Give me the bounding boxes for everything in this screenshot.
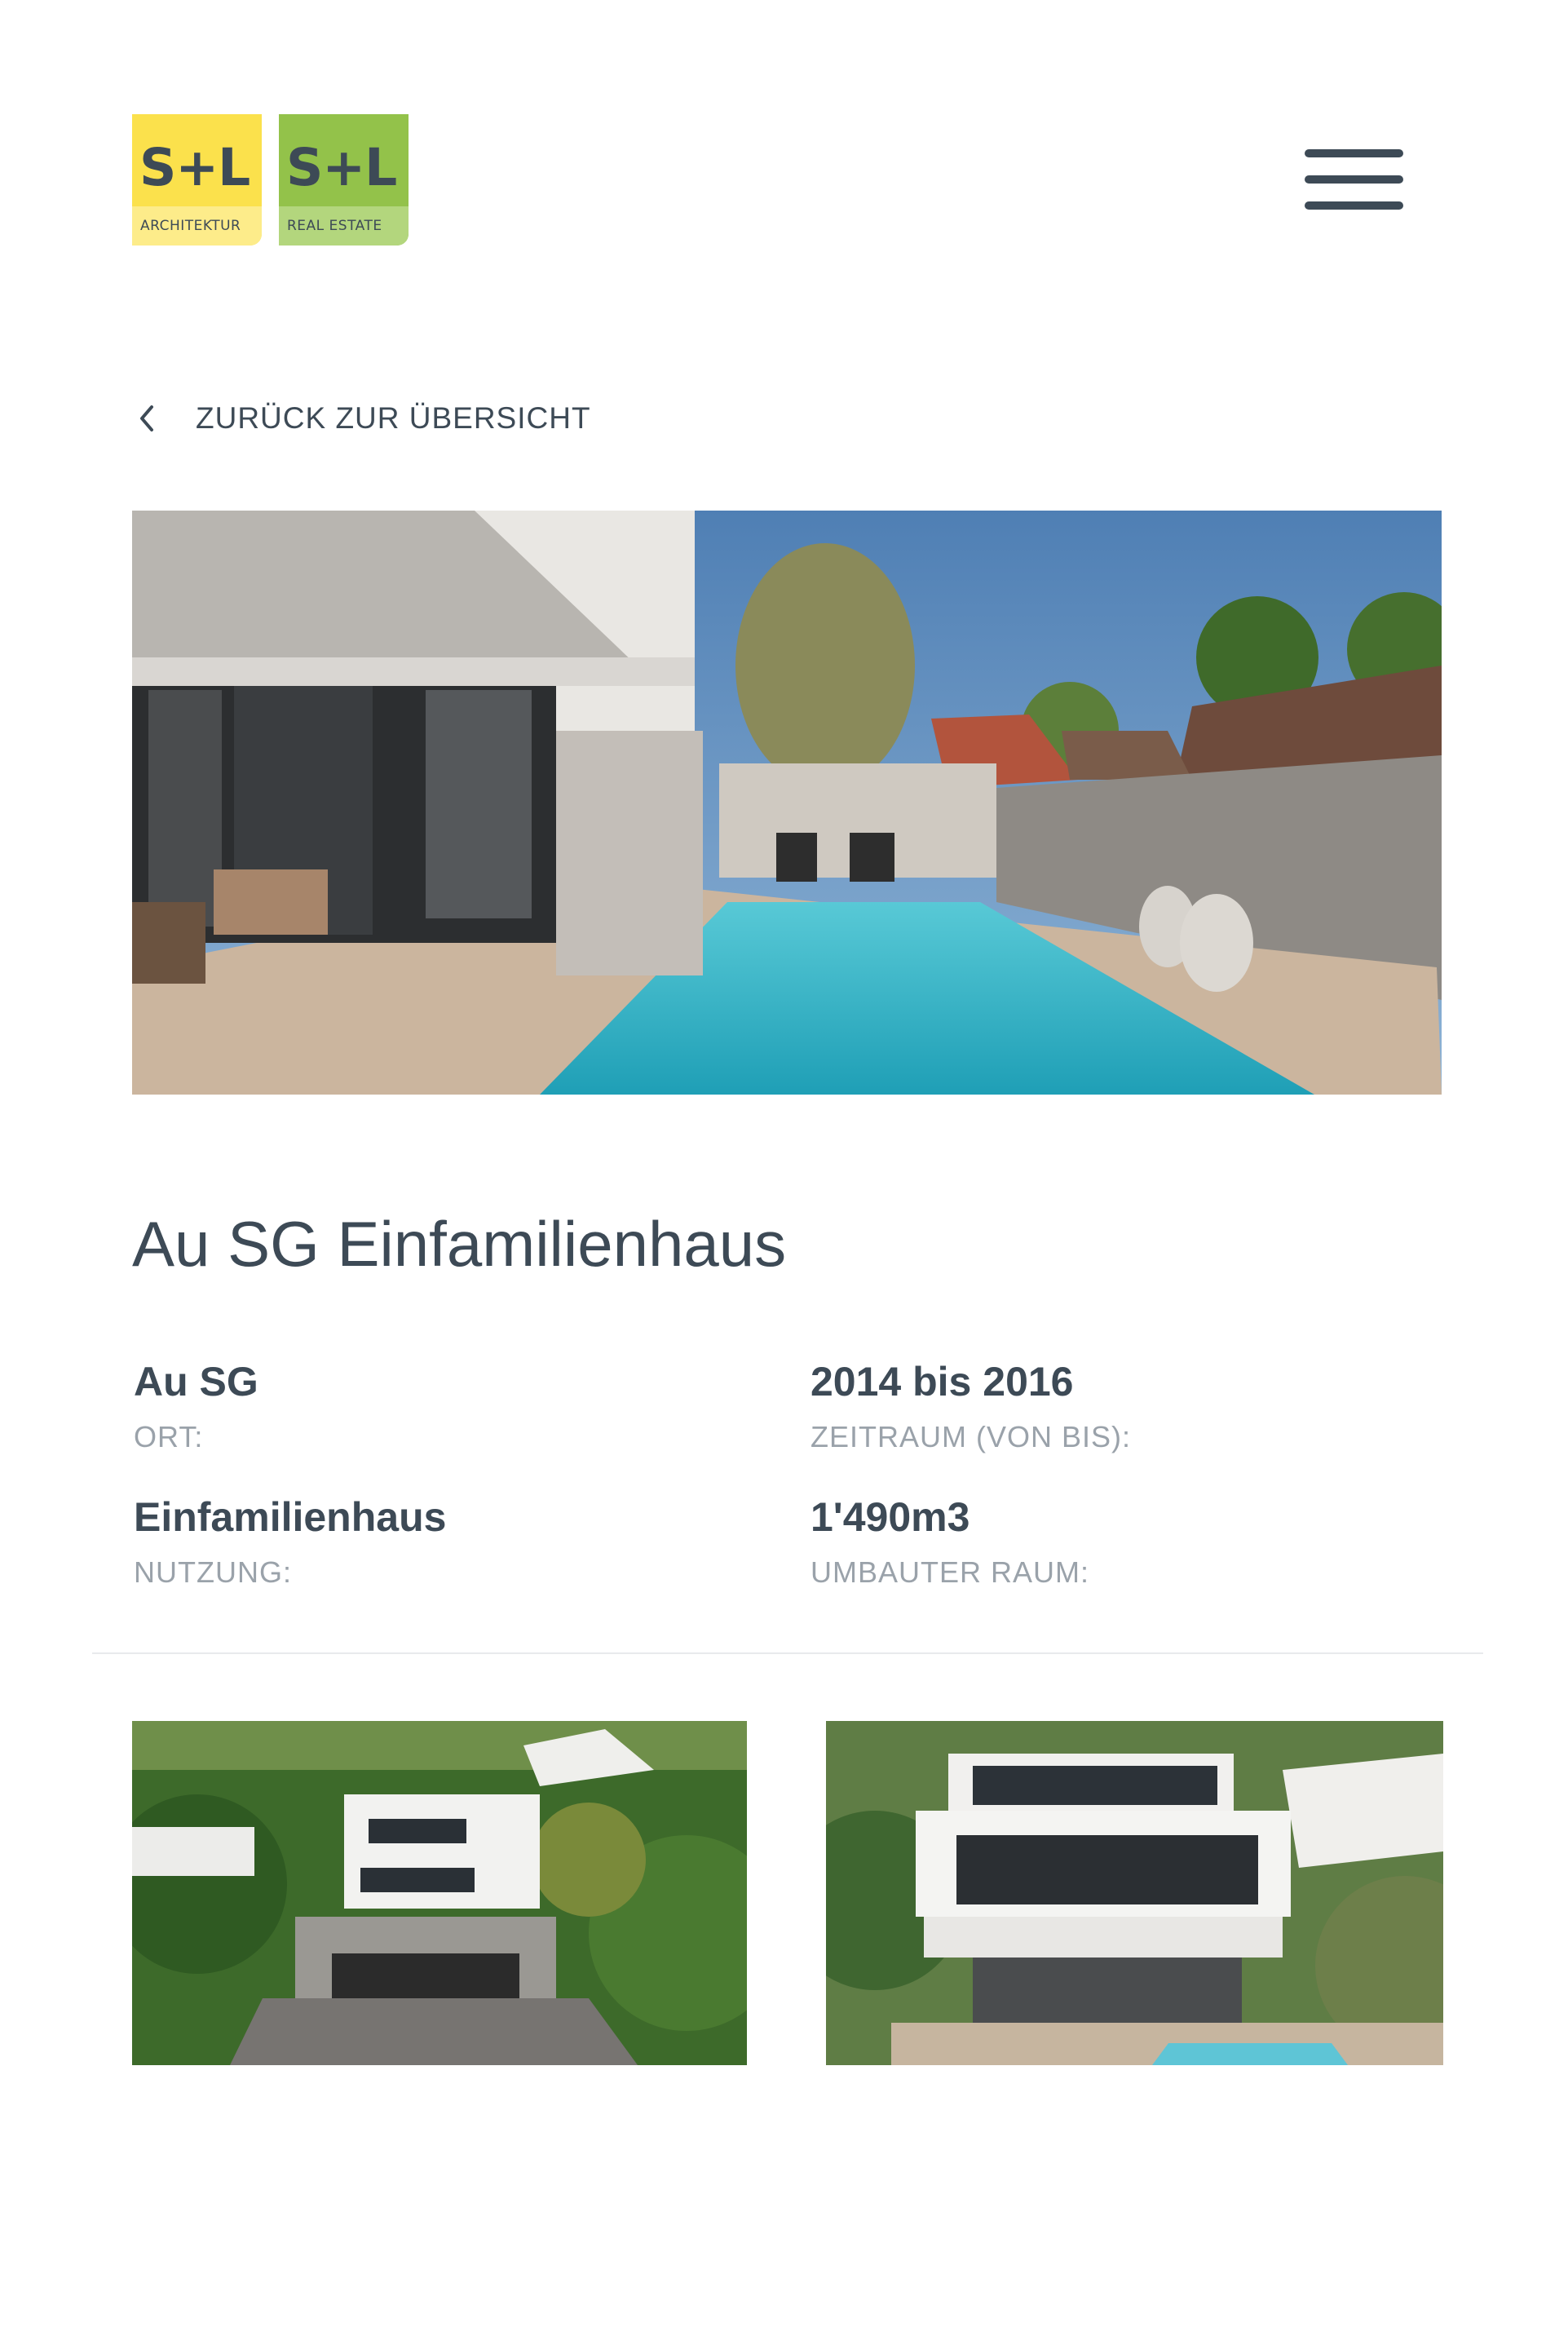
chevron-left-icon	[140, 405, 153, 431]
fact-label: NUTZUNG:	[134, 1555, 292, 1589]
fact-value: Einfamilienhaus	[134, 1494, 447, 1540]
fact-value: Au SG	[134, 1359, 258, 1405]
gallery-image-1[interactable]	[132, 1721, 747, 2065]
fact-value: 2014 bis 2016	[811, 1359, 1074, 1405]
logo-subtitle: REAL ESTATE	[279, 206, 409, 246]
fact-location: Au SG ORT:	[134, 1358, 258, 1454]
back-link-label: ZURÜCK ZUR ÜBERSICHT	[196, 401, 591, 435]
fact-label: ZEITRAUM (VON BIS):	[811, 1420, 1132, 1453]
logo-real-estate[interactable]: S+L REAL ESTATE	[279, 114, 409, 246]
logo-subtitle: ARCHITEKTUR	[132, 206, 262, 246]
fact-label: UMBAUTER RAUM:	[811, 1555, 1090, 1589]
logo-mark: S+L	[286, 138, 397, 197]
fact-period: 2014 bis 2016 ZEITRAUM (VON BIS):	[811, 1358, 1131, 1454]
divider	[92, 1652, 1483, 1654]
hamburger-menu-icon[interactable]	[1305, 149, 1406, 211]
logo-architektur[interactable]: S+L ARCHITEKTUR	[132, 114, 262, 246]
fact-usage: Einfamilienhaus NUTZUNG:	[134, 1493, 446, 1590]
fact-label: ORT:	[134, 1420, 204, 1453]
back-to-overview-link[interactable]: ZURÜCK ZUR ÜBERSICHT	[132, 401, 591, 436]
hero-image	[132, 511, 1442, 1095]
page-title: Au SG Einfamilienhaus	[132, 1208, 787, 1280]
logo-mark: S+L	[139, 138, 250, 197]
gallery-image-2[interactable]	[826, 1721, 1443, 2065]
fact-volume: 1'490m3 UMBAUTER RAUM:	[811, 1493, 1089, 1590]
logo[interactable]: S+L ARCHITEKTUR S+L REAL ESTATE	[132, 114, 409, 246]
fact-value: 1'490m3	[811, 1494, 970, 1540]
